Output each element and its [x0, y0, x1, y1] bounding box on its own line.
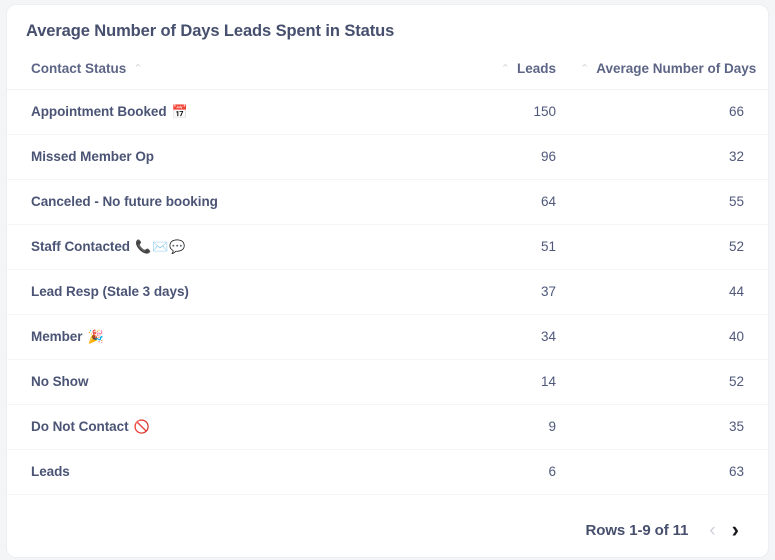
chevron-up-icon[interactable]: ⌃ — [501, 62, 510, 75]
party-popper-icon: 🎉 — [87, 328, 105, 344]
column-header-label: Contact Status — [31, 60, 127, 76]
status-label: Lead Resp (Stale 3 days) — [31, 284, 189, 300]
cell-leads: 14 — [361, 359, 580, 405]
column-header-label: Leads — [516, 60, 556, 76]
status-label: No Show — [31, 374, 89, 390]
cell-leads: 96 — [361, 134, 580, 180]
pagination-footer: Rows 1-9 of 11 ‹ › — [7, 519, 768, 557]
phone-envelope-speech-icons: 📞✉️💬 — [135, 238, 187, 254]
cell-contact-status: Missed Member Op — [7, 134, 361, 180]
cell-average-days: 52 — [580, 359, 768, 405]
report-card: Average Number of Days Leads Spent in St… — [6, 4, 769, 558]
cell-contact-status: Do Not Contact 🚫 — [7, 404, 361, 450]
cell-contact-status: Canceled - No future booking — [7, 179, 361, 225]
column-header-contact-status[interactable]: Contact Status ⌃ — [7, 41, 361, 90]
cell-average-days: 66 — [580, 89, 768, 135]
cell-leads: 34 — [361, 314, 580, 360]
table-row[interactable]: Staff Contacted 📞✉️💬 51 52 — [7, 224, 768, 270]
column-header-leads[interactable]: ⌃ Leads — [361, 41, 580, 90]
calendar-icon: 📅 — [171, 103, 189, 119]
cell-leads: 150 — [361, 89, 580, 135]
cell-contact-status: Appointment Booked 📅 — [7, 89, 361, 135]
cell-average-days: 32 — [580, 134, 768, 180]
table-row[interactable]: Member 🎉 34 40 — [7, 314, 768, 360]
table-row[interactable]: No Show 14 52 — [7, 359, 768, 405]
next-page-button[interactable]: › — [725, 519, 746, 541]
table-row[interactable]: Do Not Contact 🚫 9 35 — [7, 404, 768, 450]
cell-average-days: 44 — [580, 269, 768, 315]
rows-count-label: Rows 1-9 of 11 — [585, 521, 689, 539]
cell-average-days: 52 — [580, 224, 768, 270]
cell-average-days: 63 — [580, 449, 768, 495]
cell-average-days: 40 — [580, 314, 768, 360]
leads-status-table: Contact Status ⌃ ⌃ Leads ⌃ Average Number o… — [7, 41, 768, 495]
chevron-up-icon[interactable]: ⌃ — [580, 62, 589, 75]
table-body: Appointment Booked 📅 150 66 Missed Member… — [7, 89, 768, 495]
status-label: Staff Contacted — [31, 238, 131, 254]
table-header-row: Contact Status ⌃ ⌃ Leads ⌃ Average Number o… — [7, 41, 768, 90]
cell-contact-status: No Show — [7, 359, 361, 405]
cell-leads: 64 — [361, 179, 580, 225]
cell-contact-status: Member 🎉 — [7, 314, 361, 360]
status-label: Canceled - No future booking — [31, 194, 218, 210]
cell-leads: 51 — [361, 224, 580, 270]
status-label: Missed Member Op — [31, 149, 154, 165]
table-header: Contact Status ⌃ ⌃ Leads ⌃ Average Number o… — [7, 41, 768, 90]
cell-contact-status: Lead Resp (Stale 3 days) — [7, 269, 361, 315]
column-header-label: Average Number of Days — [596, 60, 757, 76]
cell-leads: 6 — [361, 449, 580, 495]
table-row[interactable]: Leads 6 63 — [7, 449, 768, 495]
table-row[interactable]: Missed Member Op 96 32 — [7, 134, 768, 180]
cell-leads: 37 — [361, 269, 580, 315]
page-title: Average Number of Days Leads Spent in St… — [26, 22, 395, 40]
cell-leads: 9 — [361, 404, 580, 450]
prohibited-icon: 🚫 — [133, 418, 151, 434]
table-row[interactable]: Appointment Booked 📅 150 66 — [7, 89, 768, 135]
cell-contact-status: Leads — [7, 449, 361, 495]
chevron-up-icon[interactable]: ⌃ — [133, 62, 142, 75]
table-row[interactable]: Canceled - No future booking 64 55 — [7, 179, 768, 225]
cell-contact-status: Staff Contacted 📞✉️💬 — [7, 224, 361, 270]
cell-average-days: 55 — [580, 179, 768, 225]
status-label: Do Not Contact — [31, 418, 129, 434]
previous-page-button[interactable]: ‹ — [702, 521, 722, 540]
column-header-average-number-of-days[interactable]: ⌃ Average Number of Days — [580, 41, 768, 90]
table-row[interactable]: Lead Resp (Stale 3 days) 37 44 — [7, 269, 768, 315]
status-label: Leads — [31, 464, 70, 480]
status-label: Appointment Booked — [31, 103, 167, 119]
cell-average-days: 35 — [580, 404, 768, 450]
status-label: Member — [31, 328, 83, 344]
